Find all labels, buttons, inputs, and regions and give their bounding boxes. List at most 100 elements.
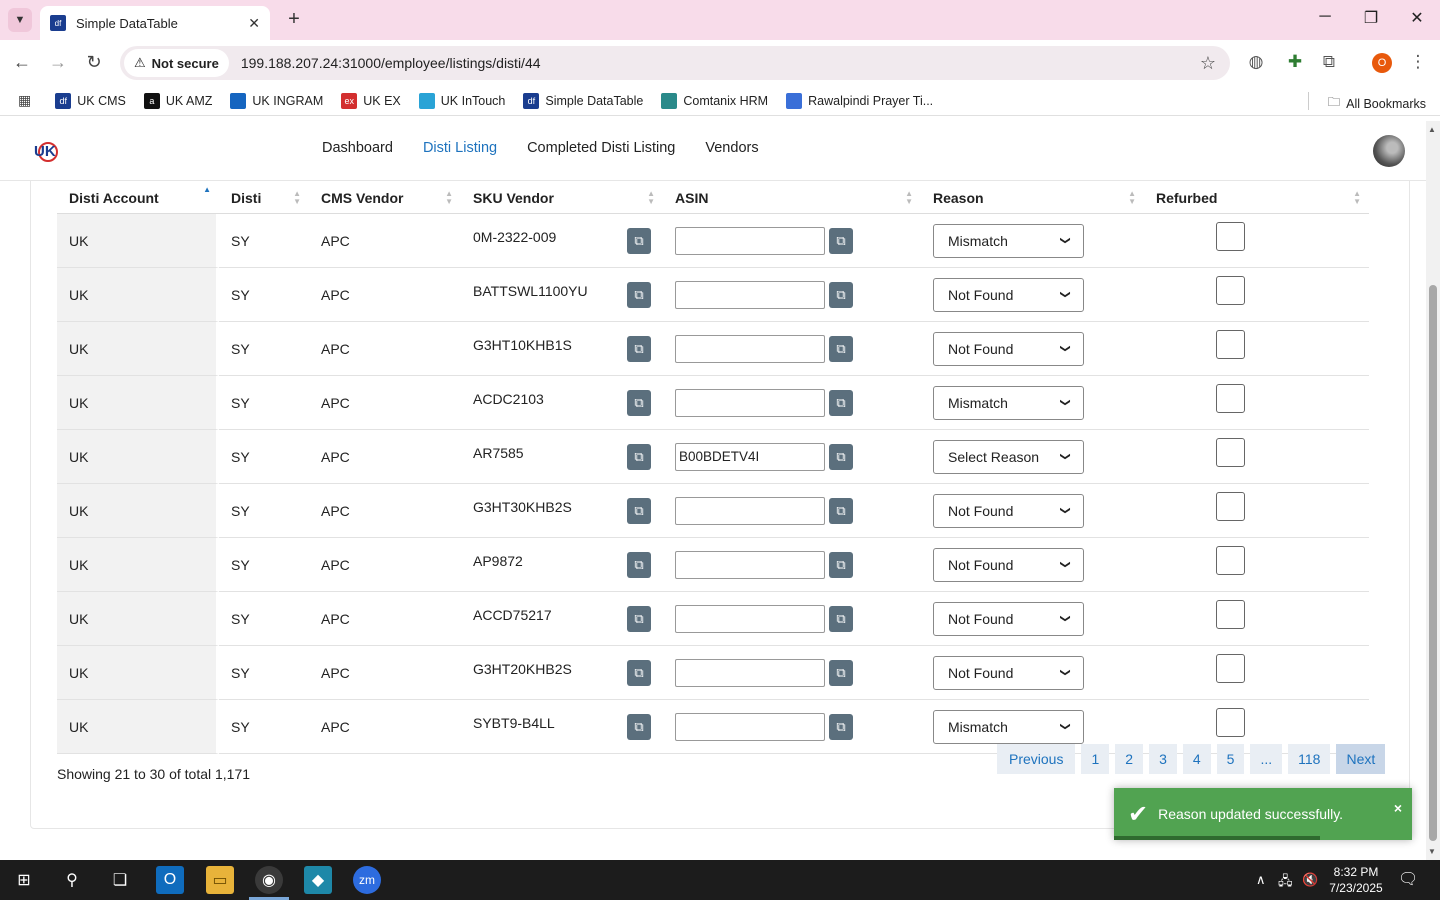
apps-grid-icon[interactable]: ▦	[18, 92, 31, 109]
page-button[interactable]: ...	[1250, 744, 1283, 774]
sort-icon[interactable]: ▲ ▼	[1353, 190, 1361, 206]
minimize-icon[interactable]: ─	[1310, 8, 1340, 26]
translate-globe-icon[interactable]: ◍	[1244, 52, 1268, 72]
bookmark-item[interactable]: UK INGRAM	[230, 92, 323, 109]
extensions-puzzle-icon[interactable]: ⧉	[1317, 52, 1341, 72]
paste-asin-icon[interactable]: ⧉	[829, 389, 853, 416]
bookmark-item[interactable]: UK InTouch	[418, 92, 505, 109]
reason-select[interactable]: Mismatch ❯	[933, 223, 1084, 258]
scroll-up-arrow-icon[interactable]: ▲	[1428, 125, 1436, 134]
reason-select[interactable]: Not Found ❯	[933, 655, 1084, 690]
volume-muted-icon[interactable]: 🔇	[1302, 872, 1318, 888]
paste-asin-icon[interactable]: ⧉	[829, 335, 853, 362]
paste-asin-icon[interactable]: ⧉	[829, 281, 853, 308]
profile-avatar[interactable]: O	[1372, 53, 1392, 73]
sort-icon[interactable]: ▲ ▼	[905, 190, 913, 206]
copy-sku-icon[interactable]: ⧉	[627, 497, 651, 524]
page-button[interactable]: 5	[1216, 744, 1245, 774]
reason-select[interactable]: Not Found ❯	[933, 547, 1084, 582]
column-header[interactable]: Disti Account ▲	[57, 182, 219, 214]
asin-input[interactable]	[675, 442, 825, 471]
copy-sku-icon[interactable]: ⧉	[627, 443, 651, 470]
asin-input[interactable]	[675, 496, 825, 525]
column-header[interactable]: Refurbed ▲ ▼	[1144, 182, 1369, 214]
nav-vendors[interactable]: Vendors	[705, 140, 758, 156]
column-header[interactable]: Reason ▲ ▼	[921, 182, 1144, 214]
paste-asin-icon[interactable]: ⧉	[829, 551, 853, 578]
column-header[interactable]: ASIN ▲ ▼	[663, 182, 921, 214]
copy-sku-icon[interactable]: ⧉	[627, 227, 651, 254]
reason-select[interactable]: Not Found ❯	[933, 277, 1084, 312]
refurbed-checkbox[interactable]	[1216, 222, 1245, 251]
reload-icon[interactable]: ↻	[82, 52, 106, 73]
page-button[interactable]: 3	[1149, 744, 1177, 774]
sort-icon[interactable]: ▲ ▼	[1128, 190, 1136, 206]
bookmark-item[interactable]: df UK CMS	[55, 92, 126, 109]
reason-select[interactable]: Not Found ❯	[933, 493, 1084, 528]
column-header[interactable]: Disti ▲ ▼	[219, 182, 309, 214]
url-text[interactable]: 199.188.207.24:31000/employee/listings/d…	[241, 55, 1200, 71]
refurbed-checkbox[interactable]	[1216, 708, 1245, 737]
browser-tab[interactable]: df Simple DataTable ✕	[40, 6, 270, 40]
outlook-icon[interactable]: O	[156, 866, 184, 894]
paste-asin-icon[interactable]: ⧉	[829, 605, 853, 632]
uk-logo[interactable]: UK	[32, 137, 60, 165]
asin-input[interactable]	[675, 334, 825, 363]
paste-asin-icon[interactable]: ⧉	[829, 497, 853, 524]
app-diamond-icon[interactable]: ◆	[304, 866, 332, 894]
page-button[interactable]: 1	[1081, 744, 1110, 774]
page-scrollbar[interactable]: ▲ ▼	[1426, 121, 1440, 860]
reason-select[interactable]: Mismatch ❯	[933, 709, 1084, 744]
sort-ascending-icon[interactable]: ▲	[203, 186, 211, 194]
chrome-icon[interactable]: ◉	[255, 866, 283, 894]
refurbed-checkbox[interactable]	[1216, 654, 1245, 683]
user-avatar[interactable]	[1373, 135, 1405, 167]
back-arrow-icon[interactable]: ←	[10, 52, 34, 73]
column-header[interactable]: CMS Vendor ▲ ▼	[309, 182, 461, 214]
refurbed-checkbox[interactable]	[1216, 546, 1245, 575]
asin-input[interactable]	[675, 712, 825, 741]
scroll-thumb[interactable]	[1429, 285, 1437, 841]
asin-input[interactable]	[675, 658, 825, 687]
asin-input[interactable]	[675, 226, 825, 255]
asin-input[interactable]	[675, 604, 825, 633]
copy-sku-icon[interactable]: ⧉	[627, 659, 651, 686]
paste-asin-icon[interactable]: ⧉	[829, 443, 853, 470]
nav-dashboard[interactable]: Dashboard	[322, 140, 393, 156]
bookmark-item[interactable]: Rawalpindi Prayer Ti...	[786, 92, 933, 109]
column-header[interactable]: SKU Vendor ▲ ▼	[461, 182, 663, 214]
restore-icon[interactable]: ❐	[1356, 8, 1386, 28]
bookmark-star-icon[interactable]: ☆	[1200, 53, 1216, 74]
copy-sku-icon[interactable]: ⧉	[627, 281, 651, 308]
asin-input[interactable]	[675, 280, 825, 309]
paste-asin-icon[interactable]: ⧉	[829, 659, 853, 686]
previous-page-button[interactable]: Previous	[997, 744, 1076, 774]
scroll-down-arrow-icon[interactable]: ▼	[1428, 847, 1436, 856]
tray-chevron-icon[interactable]: ∧	[1256, 872, 1266, 888]
zoom-icon[interactable]: zm	[353, 866, 381, 894]
tab-search-chevron-icon[interactable]: ▼	[8, 8, 32, 32]
copy-sku-icon[interactable]: ⧉	[627, 605, 651, 632]
page-button[interactable]: 2	[1115, 744, 1144, 774]
bookmark-item[interactable]: ex UK EX	[341, 92, 401, 109]
toast-close-icon[interactable]: ×	[1394, 800, 1402, 816]
refurbed-checkbox[interactable]	[1216, 276, 1245, 305]
refurbed-checkbox[interactable]	[1216, 330, 1245, 359]
taskbar-clock[interactable]: 8:32 PM 7/23/2025	[1326, 864, 1386, 896]
notifications-icon[interactable]: 🗨	[1398, 869, 1418, 889]
reason-select[interactable]: Not Found ❯	[933, 331, 1084, 366]
copy-sku-icon[interactable]: ⧉	[627, 551, 651, 578]
file-explorer-icon[interactable]: ▭	[206, 866, 234, 894]
reason-select[interactable]: Select Reason ❯	[933, 439, 1084, 474]
next-page-button[interactable]: Next	[1336, 744, 1386, 774]
copy-sku-icon[interactable]: ⧉	[627, 389, 651, 416]
paste-asin-icon[interactable]: ⧉	[829, 713, 853, 740]
bookmark-item[interactable]: df Simple DataTable	[523, 92, 643, 109]
all-bookmarks-button[interactable]: 🗀 All Bookmarks	[1328, 93, 1426, 114]
reason-select[interactable]: Mismatch ❯	[933, 385, 1084, 420]
asin-input[interactable]	[675, 550, 825, 579]
windows-start-icon[interactable]: ⊞	[10, 866, 38, 894]
sort-icon[interactable]: ▲ ▼	[293, 190, 301, 206]
page-button[interactable]: 4	[1182, 744, 1211, 774]
nav-completed-disti-listing[interactable]: Completed Disti Listing	[527, 140, 675, 156]
